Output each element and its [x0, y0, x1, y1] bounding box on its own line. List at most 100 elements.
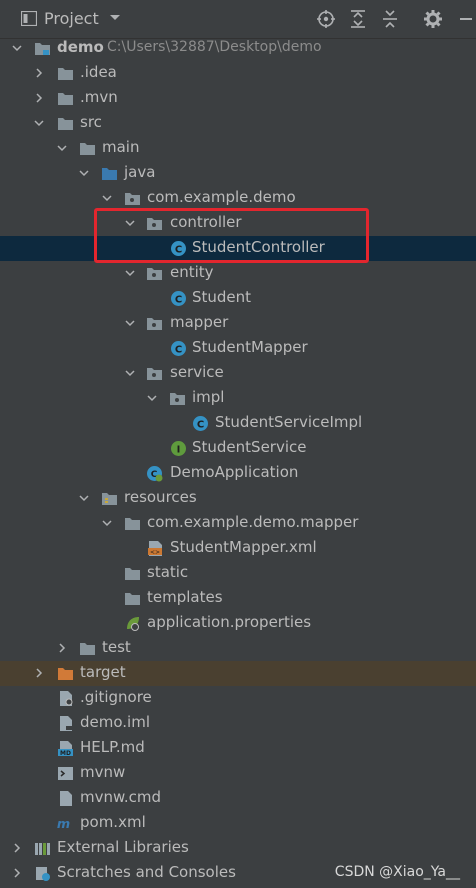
chevron-right-icon[interactable] — [34, 93, 44, 103]
source-folder-icon — [102, 168, 117, 180]
chevron-down-icon[interactable] — [147, 393, 157, 403]
package-icon — [147, 268, 162, 280]
tree-item-src[interactable]: src — [0, 111, 476, 136]
tree-item-pom-xml[interactable]: m pom.xml — [0, 811, 476, 836]
package-icon — [125, 193, 140, 205]
gear-icon[interactable] — [423, 9, 443, 29]
tree-item-mvnw[interactable]: mvnw — [0, 761, 476, 786]
tree-item-student[interactable]: C Student — [0, 286, 476, 311]
package-icon — [147, 368, 162, 380]
highlight-annotation — [94, 208, 369, 263]
tree-item-main[interactable]: main — [0, 136, 476, 161]
tree-item-label: .gitignore — [80, 688, 152, 706]
chevron-right-icon[interactable] — [34, 68, 44, 78]
chevron-right-icon[interactable] — [34, 668, 44, 678]
tree-item-label: StudentService — [192, 438, 307, 456]
tree-item-label: .mvn — [80, 88, 118, 106]
svg-text:<>: <> — [150, 549, 160, 556]
project-view-icon — [21, 11, 37, 26]
tree-item-student-service-impl[interactable]: C StudentServiceImpl — [0, 411, 476, 436]
module-folder-icon — [35, 43, 50, 55]
chevron-down-icon[interactable] — [34, 118, 44, 128]
svg-text:MD: MD — [60, 750, 71, 757]
tree-item-label: entity — [170, 263, 214, 281]
tree-item-label: target — [80, 663, 126, 681]
chevron-down-icon[interactable] — [125, 318, 135, 328]
excluded-folder-icon — [58, 668, 73, 680]
scratches-icon — [36, 867, 50, 881]
file-icon — [60, 716, 72, 731]
tree-item-label: mvnw.cmd — [80, 788, 162, 806]
chevron-down-icon[interactable] — [12, 43, 22, 53]
collapse-all-icon[interactable] — [380, 9, 400, 29]
shell-script-icon — [58, 767, 73, 780]
tree-item-entity[interactable]: entity — [0, 261, 476, 286]
package-icon — [147, 318, 162, 330]
project-toolbar: Project — [0, 0, 476, 39]
chevron-down-icon[interactable] — [125, 268, 135, 278]
tree-item-demo[interactable]: demo C:\Users\32887\Desktop\demo — [0, 36, 476, 61]
tree-item-gitignore[interactable]: .gitignore — [0, 686, 476, 711]
tree-item-java[interactable]: java — [0, 161, 476, 186]
chevron-down-icon[interactable] — [57, 143, 67, 153]
chevron-right-icon[interactable] — [57, 643, 67, 653]
tree-item-mvn[interactable]: .mvn — [0, 86, 476, 111]
chevron-right-icon[interactable] — [12, 868, 22, 878]
tree-item-label: java — [124, 163, 156, 181]
tree-item-label: application.properties — [147, 613, 312, 631]
tree-item-label: main — [102, 138, 140, 156]
expand-all-icon[interactable] — [348, 9, 368, 29]
tree-item-student-mapper-xml[interactable]: <> StudentMapper.xml — [0, 536, 476, 561]
chevron-down-icon[interactable] — [79, 168, 89, 178]
package-icon — [170, 393, 185, 405]
project-view-title[interactable]: Project — [44, 9, 99, 28]
file-icon — [60, 791, 72, 806]
tree-item-mvnw-cmd[interactable]: mvnw.cmd — [0, 786, 476, 811]
tree-item-idea[interactable]: .idea — [0, 61, 476, 86]
class-icon: C — [193, 416, 208, 431]
chevron-right-icon[interactable] — [12, 843, 22, 853]
tree-item-static[interactable]: static — [0, 561, 476, 586]
tree-item-demo-iml[interactable]: demo.iml — [0, 711, 476, 736]
tree-item-label: templates — [147, 588, 223, 606]
hide-icon[interactable] — [456, 9, 476, 29]
tree-item-label: DemoApplication — [170, 463, 299, 481]
chevron-down-icon[interactable] — [102, 518, 112, 528]
library-icon — [35, 843, 50, 855]
tree-item-label: resources — [124, 488, 197, 506]
tree-item-demo-application[interactable]: C DemoApplication — [0, 461, 476, 486]
tree-item-label: com.example.demo.mapper — [147, 513, 359, 531]
tree-item-target[interactable]: target — [0, 661, 476, 686]
tree-item-mapper-package[interactable]: com.example.demo.mapper — [0, 511, 476, 536]
tree-item-label: demo — [57, 38, 104, 56]
tree-item-label: External Libraries — [57, 838, 189, 856]
tree-item-service[interactable]: service — [0, 361, 476, 386]
tree-item-label: demo.iml — [80, 713, 150, 731]
class-icon: C — [171, 291, 186, 306]
tree-item-label: Scratches and Consoles — [57, 863, 236, 881]
chevron-down-icon[interactable] — [109, 14, 121, 22]
tree-item-help-md[interactable]: MD HELP.md — [0, 736, 476, 761]
chevron-down-icon[interactable] — [102, 193, 112, 203]
tree-item-impl[interactable]: impl — [0, 386, 476, 411]
tree-item-label: .idea — [80, 63, 117, 81]
spring-properties-icon — [127, 617, 139, 631]
tree-item-student-mapper[interactable]: C StudentMapper — [0, 336, 476, 361]
chevron-down-icon[interactable] — [125, 368, 135, 378]
svg-text:C: C — [175, 295, 182, 306]
tree-item-external-libraries[interactable]: External Libraries — [0, 836, 476, 861]
tree-item-label: StudentServiceImpl — [215, 413, 363, 431]
tree-item-test[interactable]: test — [0, 636, 476, 661]
tree-item-student-service[interactable]: I StudentService — [0, 436, 476, 461]
tree-item-resources[interactable]: resources — [0, 486, 476, 511]
svg-text:I: I — [177, 445, 181, 456]
folder-icon — [58, 118, 73, 130]
tree-item-application-properties[interactable]: application.properties — [0, 611, 476, 636]
chevron-down-icon[interactable] — [79, 493, 89, 503]
tree-item-mapper[interactable]: mapper — [0, 311, 476, 336]
tree-item-label: HELP.md — [80, 738, 145, 756]
xml-file-icon: <> — [148, 541, 162, 556]
tree-item-label: com.example.demo — [147, 188, 296, 206]
tree-item-templates[interactable]: templates — [0, 586, 476, 611]
locate-icon[interactable] — [316, 9, 336, 29]
